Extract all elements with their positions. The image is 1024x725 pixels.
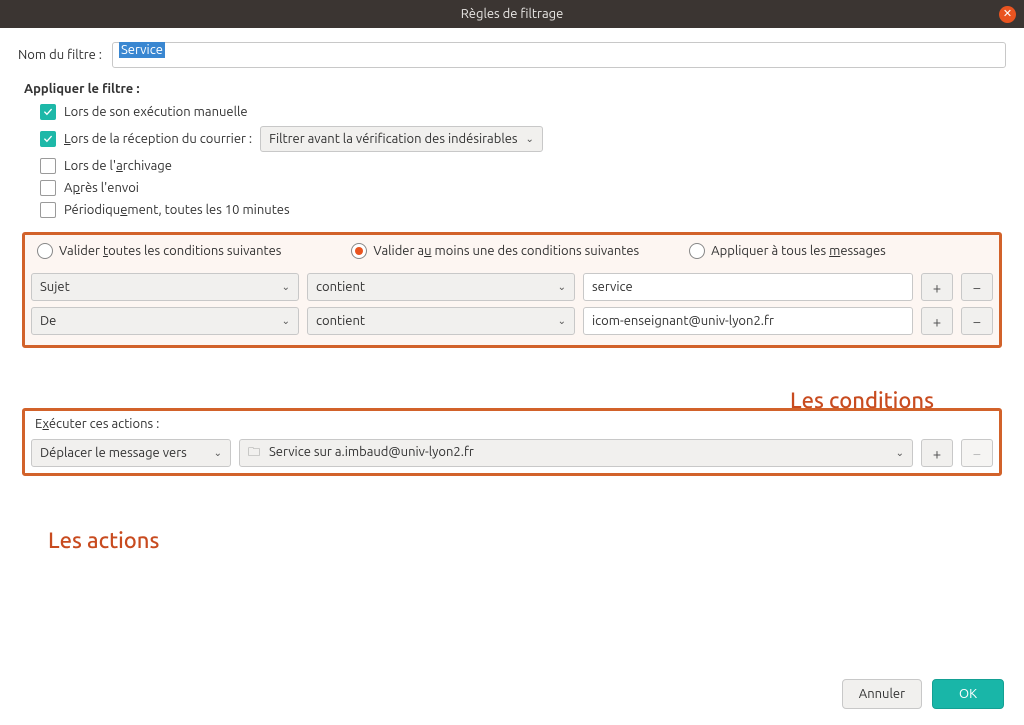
condition-row: De ⌄ contient ⌄ icom-enseignant@univ-lyo… [31,307,993,335]
annotation-actions: Les actions [48,528,159,553]
chevron-down-icon: ⌄ [558,281,566,293]
condition-field-value: De [40,314,56,328]
window-title: Règles de filtrage [461,7,564,21]
checkbox-manual[interactable] [40,104,56,120]
radio-apply-all[interactable] [689,243,705,259]
condition-op-select[interactable]: contient ⌄ [307,307,575,335]
action-row: Déplacer le message vers ⌄ 🗀 Service sur… [31,439,993,467]
reception-timing-dropdown[interactable]: Filtrer avant la vérification des indési… [260,126,543,152]
cancel-button[interactable]: Annuler [842,679,922,709]
titlebar: Règles de filtrage ✕ [0,0,1024,28]
conditions-section: Valider toutes les conditions suivantes … [22,232,1002,348]
condition-op-select[interactable]: contient ⌄ [307,273,575,301]
radio-match-all-label: Valider toutes les conditions suivantes [59,244,281,258]
checkbox-periodic-label: Périodiquement, toutes les 10 minutes [64,203,290,217]
checkbox-after-send[interactable] [40,180,56,196]
actions-section: Exécuter ces actions : Déplacer le messa… [22,408,1002,476]
checkbox-archive[interactable] [40,158,56,174]
checkbox-archive-label: Lors de l'archivage [64,159,172,173]
action-target-value: Service sur a.imbaud@univ-lyon2.fr [269,445,474,459]
chevron-down-icon: ⌄ [282,281,290,293]
action-target-content: 🗀 Service sur a.imbaud@univ-lyon2.fr [248,443,474,464]
ok-button[interactable]: OK [932,679,1004,709]
chevron-down-icon: ⌄ [526,133,534,145]
action-type-select[interactable]: Déplacer le message vers ⌄ [31,439,231,467]
chevron-down-icon: ⌄ [214,447,222,459]
condition-remove-button[interactable]: − [961,307,993,335]
radio-match-any[interactable] [351,243,367,259]
condition-value-input[interactable]: icom-enseignant@univ-lyon2.fr [583,307,913,335]
condition-remove-button[interactable]: − [961,273,993,301]
chevron-down-icon: ⌄ [282,315,290,327]
close-icon: ✕ [1003,9,1012,20]
radio-apply-all-label: Appliquer à tous les messages [711,244,886,258]
condition-field-select[interactable]: Sujet ⌄ [31,273,299,301]
filter-name-input[interactable]: Service [112,42,1006,68]
action-remove-button: − [961,439,993,467]
action-target-select[interactable]: 🗀 Service sur a.imbaud@univ-lyon2.fr ⌄ [239,439,913,467]
checkbox-periodic[interactable] [40,202,56,218]
condition-op-value: contient [316,280,365,294]
filter-name-label: Nom du filtre : [18,48,102,62]
radio-match-all[interactable] [37,243,53,259]
condition-row: Sujet ⌄ contient ⌄ service + − [31,273,993,301]
condition-field-value: Sujet [40,280,70,294]
checkbox-manual-label: Lors de son exécution manuelle [64,105,248,119]
chevron-down-icon: ⌄ [558,315,566,327]
reception-timing-value: Filtrer avant la vérification des indési… [269,132,517,146]
checkbox-reception[interactable] [40,131,56,147]
filter-name-value: Service [119,42,165,58]
radio-match-any-label: Valider au moins une des conditions suiv… [373,244,639,258]
condition-add-button[interactable]: + [921,307,953,335]
action-add-button[interactable]: + [921,439,953,467]
checkbox-reception-label: Lors de la réception du courrier : [64,132,252,146]
chevron-down-icon: ⌄ [896,447,904,459]
action-type-value: Déplacer le message vers [40,446,187,460]
folder-icon: 🗀 [248,446,260,459]
close-button[interactable]: ✕ [999,6,1016,23]
apply-filter-title: Appliquer le filtre : [24,82,1006,96]
condition-add-button[interactable]: + [921,273,953,301]
condition-value-text: service [592,280,633,294]
condition-value-text: icom-enseignant@univ-lyon2.fr [592,314,774,328]
actions-title: Exécuter ces actions : [35,417,989,431]
condition-value-input[interactable]: service [583,273,913,301]
condition-op-value: contient [316,314,365,328]
checkbox-after-send-label: Après l'envoi [64,181,139,195]
condition-field-select[interactable]: De ⌄ [31,307,299,335]
